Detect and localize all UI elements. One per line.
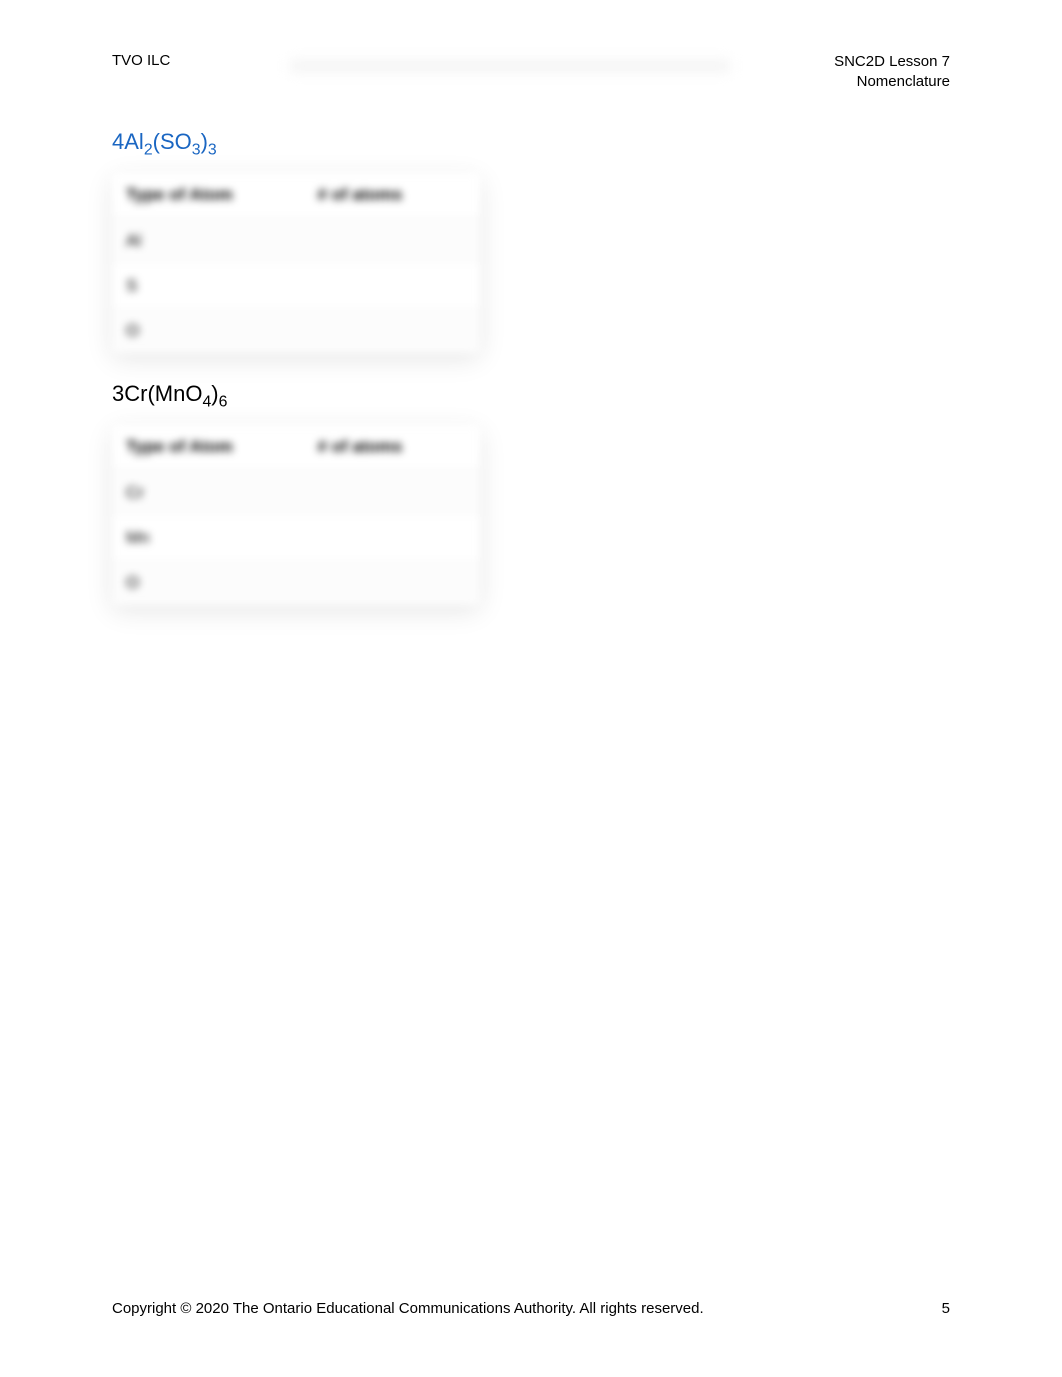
formula2-subscript-3: 6	[219, 393, 228, 410]
chemical-formula-2: 3Cr(MnO4)6	[112, 381, 950, 411]
formula1-open-paren: (	[153, 129, 160, 154]
column-header-type: Type of Atom	[112, 173, 303, 218]
table-row: O	[112, 308, 480, 353]
header-left-org: TVO ILC	[112, 52, 170, 69]
formula1-element-al: Al	[124, 129, 144, 154]
footer-copyright: Copyright © 2020 The Ontario Educational…	[112, 1300, 704, 1317]
formula1-close-paren: )	[201, 129, 208, 154]
header-course-line1: SNC2D Lesson 7	[834, 52, 950, 72]
column-header-type: Type of Atom	[112, 425, 303, 470]
column-header-count: # of atoms	[303, 425, 480, 470]
formula2-subscript-2: 4	[202, 393, 211, 410]
table-header-row: Type of Atom # of atoms	[112, 425, 480, 470]
formula1-subscript-2: 3	[192, 141, 201, 158]
formula2-close-paren: )	[211, 381, 218, 406]
formula2-element-cr: Cr	[124, 381, 147, 406]
footer-page-number: 5	[942, 1300, 950, 1317]
atom-count-cell	[303, 263, 480, 308]
atom-table-2-table: Type of Atom # of atoms Cr Mn O	[112, 425, 480, 605]
atom-type-cell: S	[112, 263, 303, 308]
atom-count-cell	[303, 470, 480, 515]
page: TVO ILC SNC2D Lesson 7 Nomenclature 4Al2…	[0, 0, 1062, 1377]
atom-type-cell: O	[112, 308, 303, 353]
table-row: Cr	[112, 470, 480, 515]
page-footer: Copyright © 2020 The Ontario Educational…	[112, 1300, 950, 1317]
formula2-coefficient: 3	[112, 381, 124, 406]
formula1-element-so: SO	[160, 129, 192, 154]
formula1-subscript-1: 2	[144, 141, 153, 158]
table-header-row: Type of Atom # of atoms	[112, 173, 480, 218]
header-divider-blur	[290, 60, 730, 72]
header-right-course: SNC2D Lesson 7 Nomenclature	[834, 52, 950, 93]
atom-count-cell	[303, 560, 480, 605]
atom-type-cell: Cr	[112, 470, 303, 515]
column-header-count: # of atoms	[303, 173, 480, 218]
atom-table-1: Type of Atom # of atoms Al S O	[112, 173, 480, 353]
chemical-formula-1[interactable]: 4Al2(SO3)3	[112, 129, 950, 159]
table-row: Al	[112, 218, 480, 263]
table-row: O	[112, 560, 480, 605]
table-row: Mn	[112, 515, 480, 560]
formula2-element-mno: MnO	[155, 381, 203, 406]
table-row: S	[112, 263, 480, 308]
formula1-subscript-3: 3	[208, 141, 217, 158]
atom-table-1-table: Type of Atom # of atoms Al S O	[112, 173, 480, 353]
atom-count-cell	[303, 218, 480, 263]
formula2-open-paren: (	[147, 381, 154, 406]
atom-type-cell: Mn	[112, 515, 303, 560]
atom-type-cell: O	[112, 560, 303, 605]
atom-count-cell	[303, 515, 480, 560]
formula1-coefficient: 4	[112, 129, 124, 154]
atom-type-cell: Al	[112, 218, 303, 263]
page-header: TVO ILC SNC2D Lesson 7 Nomenclature	[112, 52, 950, 93]
atom-table-2: Type of Atom # of atoms Cr Mn O	[112, 425, 480, 605]
atom-count-cell	[303, 308, 480, 353]
header-course-line2: Nomenclature	[834, 72, 950, 92]
